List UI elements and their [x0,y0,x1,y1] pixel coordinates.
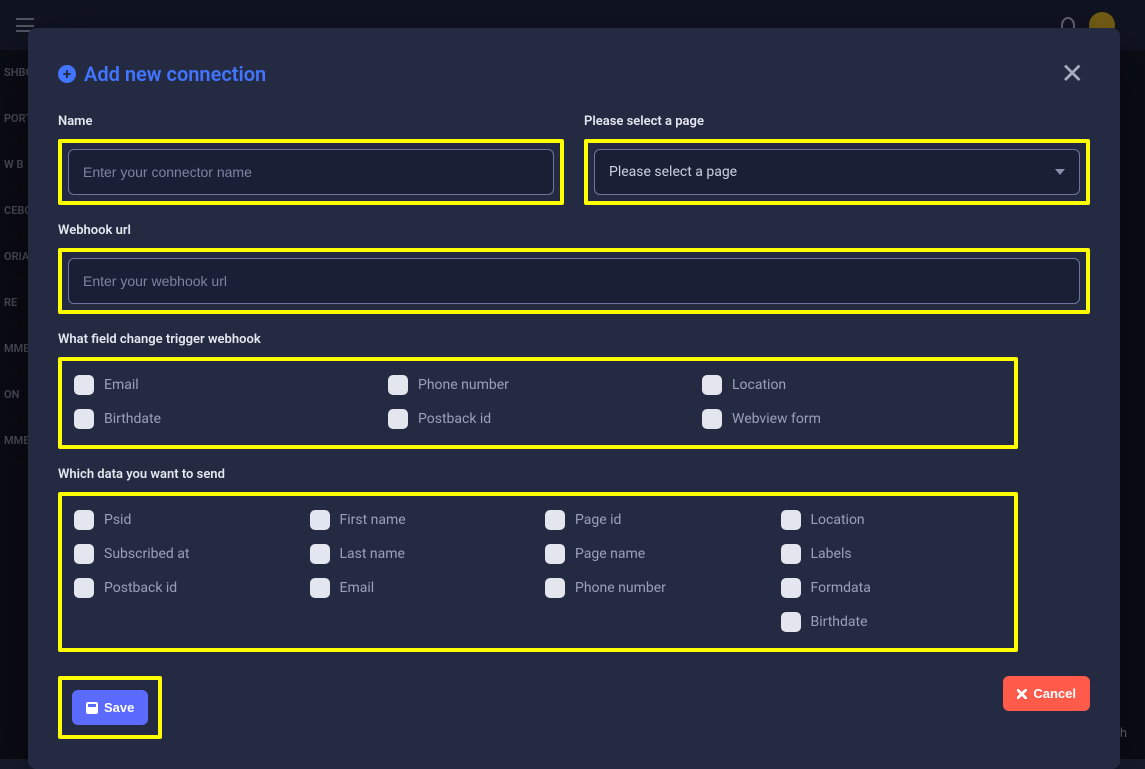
cancel-button[interactable]: Cancel [1003,676,1090,711]
send-birthdate-label: Birthdate [811,614,868,630]
chevron-down-icon [1055,169,1065,175]
send-subscribed-at-label: Subscribed at [104,546,189,562]
send-subscribed-at[interactable]: Subscribed at [74,544,296,564]
add-connection-modal: + Add new connection ✕ Name Please selec… [28,28,1120,769]
send-birthdate-checkbox[interactable] [781,612,801,632]
send-labels[interactable]: Labels [781,544,1003,564]
send-phone-number-checkbox[interactable] [545,578,565,598]
send-psid[interactable]: Psid [74,510,296,530]
trigger-webview-checkbox[interactable] [702,409,722,429]
send-page-id-checkbox[interactable] [545,510,565,530]
send-subscribed-at-checkbox[interactable] [74,544,94,564]
highlight-send: Psid First name Page id Location Subscri… [58,492,1018,652]
send-location-label: Location [811,512,865,528]
send-formdata-checkbox[interactable] [781,578,801,598]
close-icon[interactable]: ✕ [1055,56,1090,92]
trigger-phone-label: Phone number [418,377,509,393]
trigger-webview[interactable]: Webview form [702,409,1002,429]
trigger-location[interactable]: Location [702,375,1002,395]
highlight-page: Please select a page [584,139,1090,205]
save-button[interactable]: Save [72,690,148,725]
send-labels-label: Labels [811,546,852,562]
send-birthdate[interactable]: Birthdate [781,612,1003,632]
send-postback-id-label: Postback id [104,580,177,596]
trigger-webview-label: Webview form [732,411,821,427]
send-formdata[interactable]: Formdata [781,578,1003,598]
trigger-email-checkbox[interactable] [74,375,94,395]
send-email-label: Email [340,580,375,596]
trigger-location-checkbox[interactable] [702,375,722,395]
page-label: Please select a page [584,114,1090,129]
page-select-value: Please select a page [609,164,737,180]
send-phone-number-label: Phone number [575,580,666,596]
send-page-name[interactable]: Page name [545,544,767,564]
trigger-email[interactable]: Email [74,375,374,395]
trigger-postback-label: Postback id [418,411,491,427]
trigger-birthdate-label: Birthdate [104,411,161,427]
send-page-id-label: Page id [575,512,621,528]
highlight-save: Save [58,676,162,739]
send-last-name[interactable]: Last name [310,544,532,564]
trigger-postback-checkbox[interactable] [388,409,408,429]
cancel-button-label: Cancel [1033,686,1076,701]
send-psid-label: Psid [104,512,131,528]
highlight-webhook [58,248,1090,314]
send-page-id[interactable]: Page id [545,510,767,530]
send-last-name-checkbox[interactable] [310,544,330,564]
webhook-label: Webhook url [58,223,1090,238]
trigger-label: What field change trigger webhook [58,332,1090,347]
send-email-checkbox[interactable] [310,578,330,598]
trigger-postback[interactable]: Postback id [388,409,688,429]
send-location-checkbox[interactable] [781,510,801,530]
modal-title: + Add new connection [58,62,266,86]
send-psid-checkbox[interactable] [74,510,94,530]
trigger-phone-checkbox[interactable] [388,375,408,395]
trigger-email-label: Email [104,377,139,393]
send-label: Which data you want to send [58,467,1090,482]
name-label: Name [58,114,564,129]
send-labels-checkbox[interactable] [781,544,801,564]
page-select[interactable]: Please select a page [594,149,1080,195]
send-page-name-label: Page name [575,546,645,562]
send-postback-id[interactable]: Postback id [74,578,296,598]
send-first-name[interactable]: First name [310,510,532,530]
highlight-trigger: Email Phone number Location Birthdate Po… [58,357,1018,449]
save-button-label: Save [104,700,134,715]
send-email[interactable]: Email [310,578,532,598]
send-location[interactable]: Location [781,510,1003,530]
send-first-name-label: First name [340,512,406,528]
webhook-url-input[interactable] [68,258,1080,304]
send-last-name-label: Last name [340,546,405,562]
connector-name-input[interactable] [68,149,554,195]
close-icon [1017,689,1027,699]
modal-title-text: Add new connection [84,62,266,86]
trigger-birthdate-checkbox[interactable] [74,409,94,429]
trigger-phone[interactable]: Phone number [388,375,688,395]
send-postback-id-checkbox[interactable] [74,578,94,598]
send-first-name-checkbox[interactable] [310,510,330,530]
highlight-name [58,139,564,205]
trigger-birthdate[interactable]: Birthdate [74,409,374,429]
send-phone-number[interactable]: Phone number [545,578,767,598]
send-page-name-checkbox[interactable] [545,544,565,564]
plus-circle-icon: + [58,65,76,83]
save-icon [86,702,98,714]
trigger-location-label: Location [732,377,786,393]
send-formdata-label: Formdata [811,580,871,596]
